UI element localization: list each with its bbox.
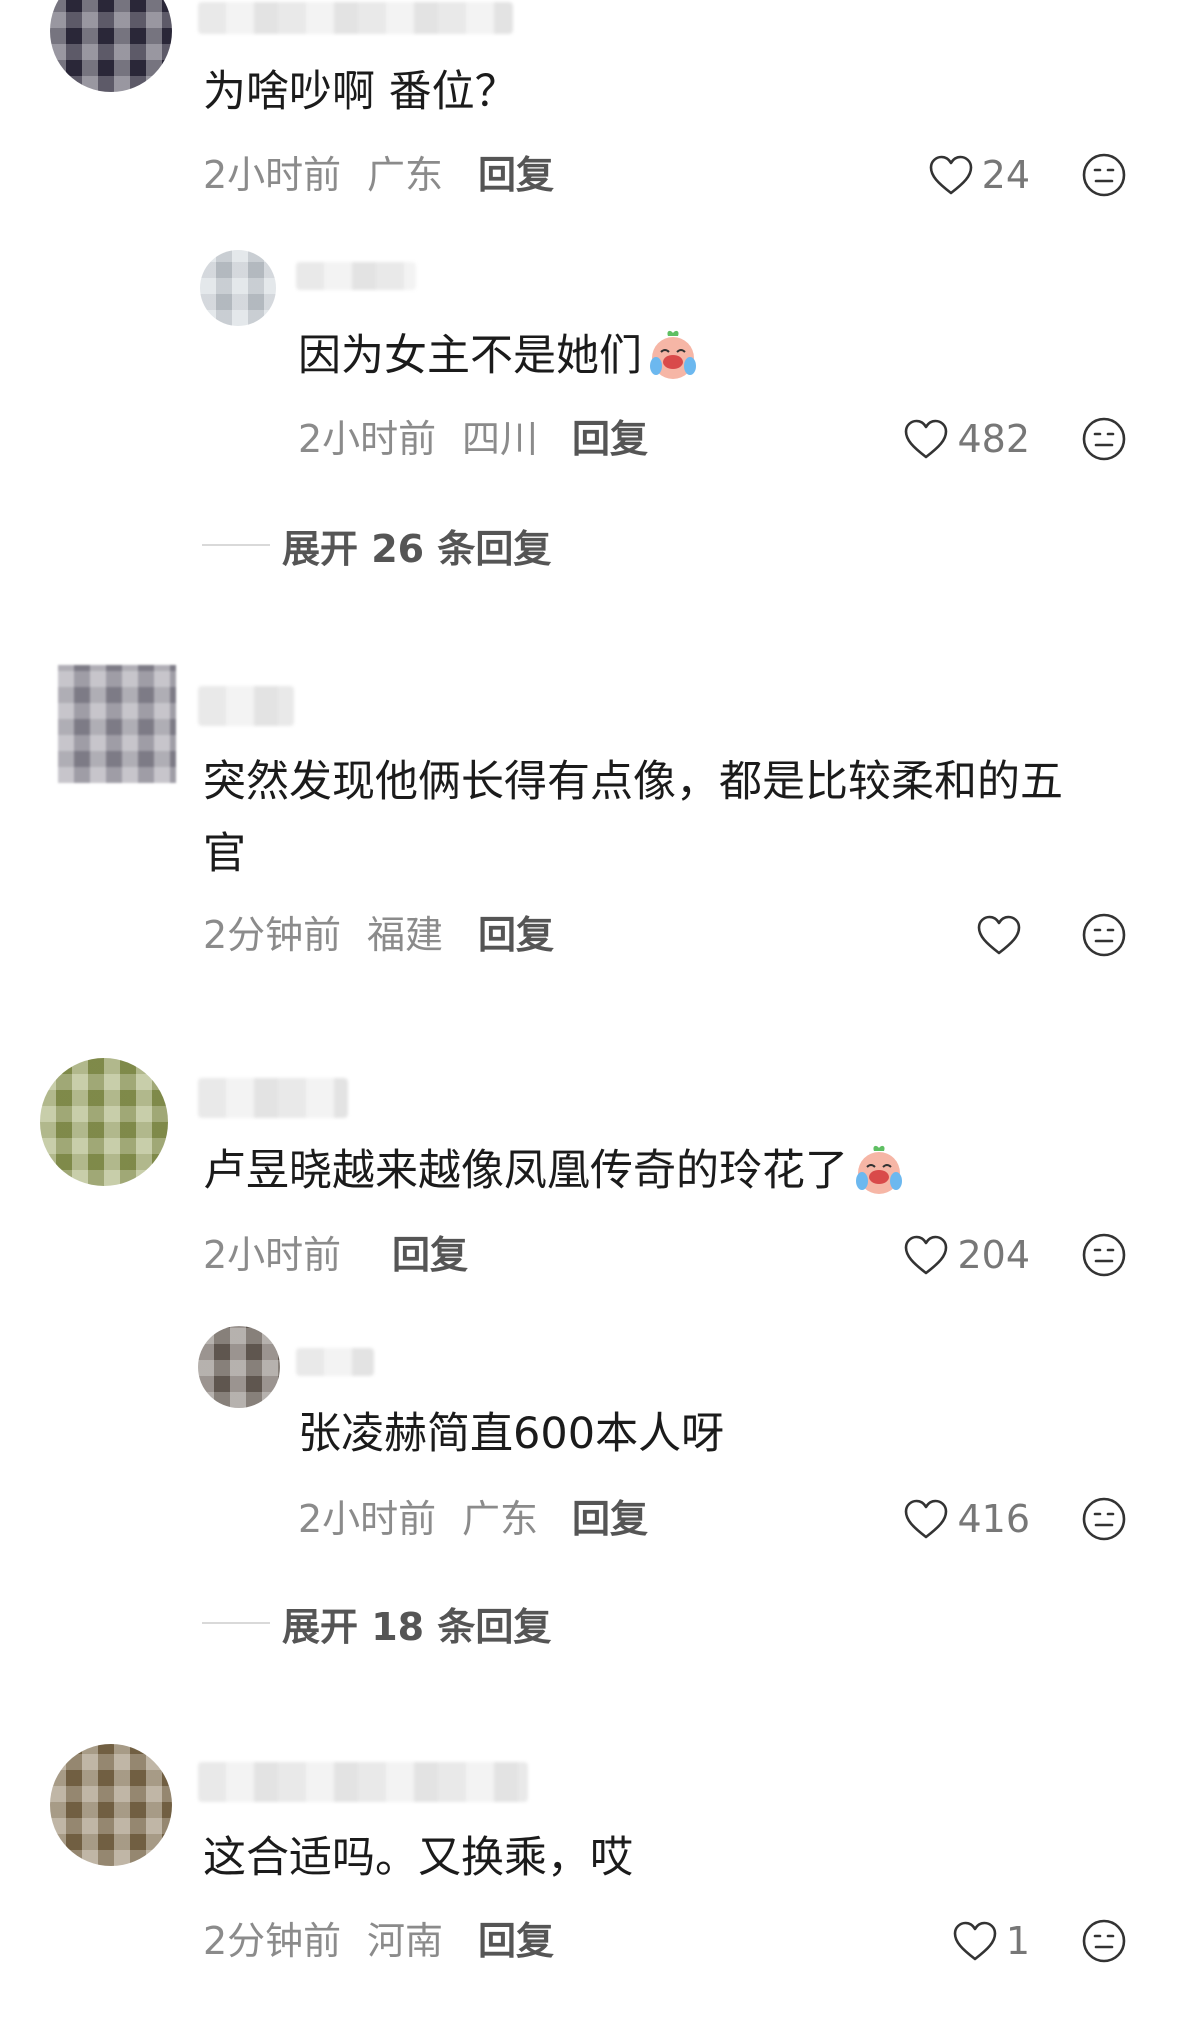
avatar[interactable] <box>50 0 172 92</box>
like-button[interactable]: 204 <box>903 1230 1030 1280</box>
divider <box>202 544 270 546</box>
avatar[interactable] <box>50 1744 172 1866</box>
username-redacted[interactable] <box>198 1078 348 1118</box>
like-count: 204 <box>957 1233 1030 1277</box>
comment-text: 为啥吵啊 番位？ <box>203 67 518 117</box>
reply-location: 广东 <box>462 1497 539 1541</box>
comment-time: 2分钟前 <box>203 1919 342 1963</box>
comment-text: 官 <box>203 829 246 879</box>
heart-outline-icon <box>903 418 949 460</box>
reply-location: 四川 <box>462 417 539 461</box>
expand-replies-label: 展开 26 条回复 <box>282 526 552 571</box>
neutral-face-icon[interactable] <box>1081 912 1127 958</box>
comment-time: 2小时前 <box>203 1233 342 1277</box>
avatar[interactable] <box>58 665 176 783</box>
comment-text: 突然发现他俩长得有点像，都是比较柔和的五 <box>203 757 1063 807</box>
neutral-face-icon[interactable] <box>1081 152 1127 198</box>
like-count: 24 <box>981 153 1030 197</box>
neutral-face-icon[interactable] <box>1081 1918 1127 1964</box>
heart-outline-icon <box>928 154 974 196</box>
username-redacted[interactable] <box>198 686 294 726</box>
avatar[interactable] <box>198 1326 280 1408</box>
like-count: 416 <box>957 1497 1030 1541</box>
expand-replies-label: 展开 18 条回复 <box>282 1604 552 1649</box>
reply-button[interactable]: 回复 <box>478 150 554 200</box>
like-button[interactable] <box>976 910 1030 960</box>
heart-outline-icon <box>903 1498 949 1540</box>
avatar[interactable] <box>200 250 276 326</box>
comment-location: 福建 <box>367 913 444 957</box>
neutral-face-icon[interactable] <box>1081 416 1127 462</box>
comment-time: 2分钟前 <box>203 913 342 957</box>
username-redacted[interactable] <box>296 262 416 290</box>
comment-text: 卢昱晓越来越像凤凰传奇的玲花了 <box>203 1135 906 1207</box>
like-count: 1 <box>1005 1919 1030 1963</box>
username-redacted[interactable] <box>198 2 513 34</box>
reply-button[interactable]: 回复 <box>572 414 648 464</box>
comment-location: 广东 <box>367 153 444 197</box>
comment-time: 2小时前 <box>203 153 342 197</box>
heart-outline-icon <box>976 914 1022 956</box>
reply-text: 张凌赫简直600本人呀 <box>298 1409 725 1459</box>
username-redacted[interactable] <box>296 1348 374 1376</box>
reply-button[interactable]: 回复 <box>572 1494 648 1544</box>
crying-laughing-sticker <box>852 1143 906 1197</box>
comment-text: 这合适吗。又换乘，哎 <box>203 1833 633 1883</box>
neutral-face-icon[interactable] <box>1081 1496 1127 1542</box>
heart-outline-icon <box>903 1234 949 1276</box>
reply-button[interactable]: 回复 <box>392 1230 468 1280</box>
reply-button[interactable]: 回复 <box>478 910 554 960</box>
divider <box>202 1622 270 1624</box>
crying-laughing-sticker <box>646 328 700 382</box>
username-redacted[interactable] <box>198 1762 528 1802</box>
like-button[interactable]: 416 <box>903 1494 1030 1544</box>
reply-time: 2小时前 <box>298 1497 437 1541</box>
reply-time: 2小时前 <box>298 417 437 461</box>
heart-outline-icon <box>952 1920 998 1962</box>
comment-location: 河南 <box>367 1919 444 1963</box>
like-button[interactable]: 24 <box>928 150 1030 200</box>
expand-replies-button[interactable]: 展开 18 条回复 <box>202 1598 552 1649</box>
like-button[interactable]: 1 <box>952 1916 1030 1966</box>
avatar[interactable] <box>40 1058 168 1186</box>
reply-text: 因为女主不是她们 <box>298 320 700 392</box>
like-count: 482 <box>957 417 1030 461</box>
expand-replies-button[interactable]: 展开 26 条回复 <box>202 520 552 571</box>
neutral-face-icon[interactable] <box>1081 1232 1127 1278</box>
reply-button[interactable]: 回复 <box>478 1916 554 1966</box>
like-button[interactable]: 482 <box>903 414 1030 464</box>
